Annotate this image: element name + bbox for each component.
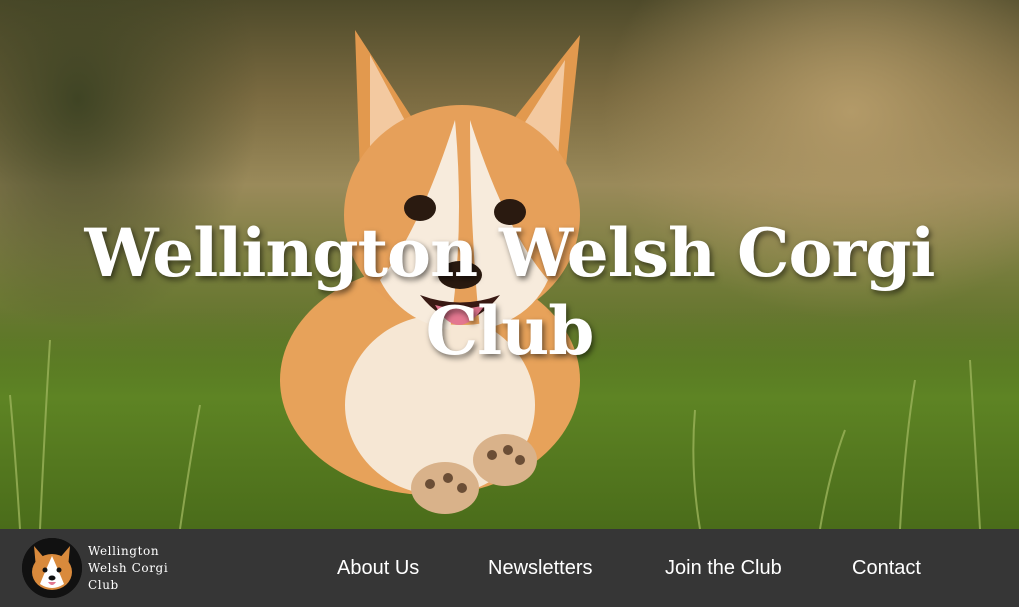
hero-banner: Wellington Welsh Corgi Club [0, 0, 1019, 529]
main-nav: About Us Newsletters Join the Club Conta… [0, 529, 1019, 607]
nav-about-us[interactable]: About Us [337, 557, 419, 580]
navbar: Wellington Welsh Corgi Club About Us New… [0, 529, 1019, 607]
hero-title: Wellington Welsh Corgi Club [84, 214, 935, 370]
nav-join-the-club[interactable]: Join the Club [665, 557, 782, 580]
nav-contact[interactable]: Contact [852, 557, 921, 580]
nav-newsletters[interactable]: Newsletters [488, 557, 592, 580]
